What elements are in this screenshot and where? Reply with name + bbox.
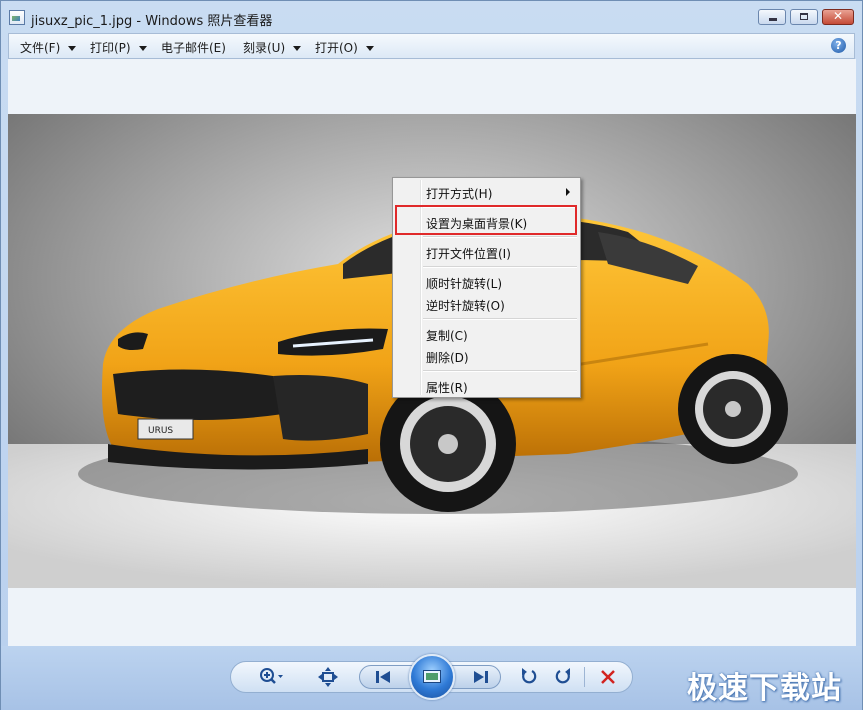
context-item-properties[interactable]: 属性(R) (426, 379, 468, 396)
zoom-icon (260, 668, 283, 684)
app-icon (9, 10, 25, 25)
maximize-button[interactable] (790, 9, 818, 25)
context-item-open-file-location[interactable]: 打开文件位置(I) (426, 245, 511, 262)
rotate-clockwise-button[interactable] (550, 666, 576, 688)
context-item-rotate-counterclockwise[interactable]: 逆时针旋转(O) (426, 297, 505, 314)
menu-separator (423, 266, 577, 268)
context-item-delete[interactable]: 删除(D) (426, 349, 469, 366)
menu-file-label: 文件(F) (20, 41, 61, 55)
rotate-counterclockwise-button[interactable] (516, 666, 542, 688)
chevron-down-icon (68, 46, 77, 51)
context-item-rotate-clockwise[interactable]: 顺时针旋转(L) (426, 275, 502, 292)
menu-separator (423, 236, 577, 238)
context-item-open-with[interactable]: 打开方式(H) (426, 185, 492, 202)
annotation-highlight-box (395, 205, 577, 235)
chevron-right-icon (566, 188, 570, 196)
next-button[interactable] (470, 667, 492, 687)
menu-burn-label: 刻录(U) (243, 41, 286, 55)
menu-print-label: 打印(P) (90, 41, 131, 55)
menu-separator (423, 370, 577, 372)
menu-file[interactable]: 文件(F) (20, 39, 77, 56)
window-title: jisuxz_pic_1.jpg - Windows 照片查看器 (31, 14, 273, 29)
watermark-text: 极速下载站 (687, 671, 842, 706)
title-bar: jisuxz_pic_1.jpg - Windows 照片查看器 ✕ (1, 1, 862, 33)
photo-viewer-window: jisuxz_pic_1.jpg - Windows 照片查看器 ✕ 文件(F)… (0, 0, 863, 710)
delete-button[interactable] (595, 666, 621, 688)
previous-button[interactable] (372, 667, 394, 687)
menu-burn[interactable]: 刻录(U) (243, 39, 302, 56)
menu-separator (423, 318, 577, 320)
menu-open-label: 打开(O) (315, 41, 358, 55)
minimize-icon (769, 18, 777, 21)
zoom-button[interactable] (258, 666, 284, 688)
actual-size-button[interactable] (315, 666, 341, 688)
menu-bar: 文件(F) 打印(P) 电子邮件(E) 刻录(U) 打开(O) ? (8, 33, 855, 59)
menu-print[interactable]: 打印(P) (90, 39, 147, 56)
rotate-clockwise-icon (555, 668, 570, 684)
urus-badge: URUS (148, 426, 173, 436)
previous-icon (376, 671, 390, 683)
menu-open[interactable]: 打开(O) (315, 39, 374, 56)
menu-email[interactable]: 电子邮件(E) (161, 39, 226, 56)
next-icon (474, 671, 488, 683)
context-item-copy[interactable]: 复制(C) (426, 327, 468, 344)
toolbar-divider (584, 667, 585, 687)
chevron-down-icon (138, 46, 147, 51)
chevron-down-icon (293, 46, 302, 51)
close-button[interactable]: ✕ (822, 9, 854, 25)
menu-email-label: 电子邮件(E) (161, 41, 226, 55)
help-icon[interactable]: ? (831, 38, 846, 53)
close-icon: ✕ (832, 9, 844, 23)
slideshow-icon (423, 670, 441, 683)
delete-icon (601, 670, 615, 684)
minimize-button[interactable] (758, 9, 786, 25)
rotate-counterclockwise-icon (522, 668, 537, 684)
actual-size-icon (318, 667, 338, 687)
maximize-icon (800, 13, 808, 20)
chevron-down-icon (365, 46, 374, 51)
slideshow-button[interactable] (409, 654, 455, 700)
